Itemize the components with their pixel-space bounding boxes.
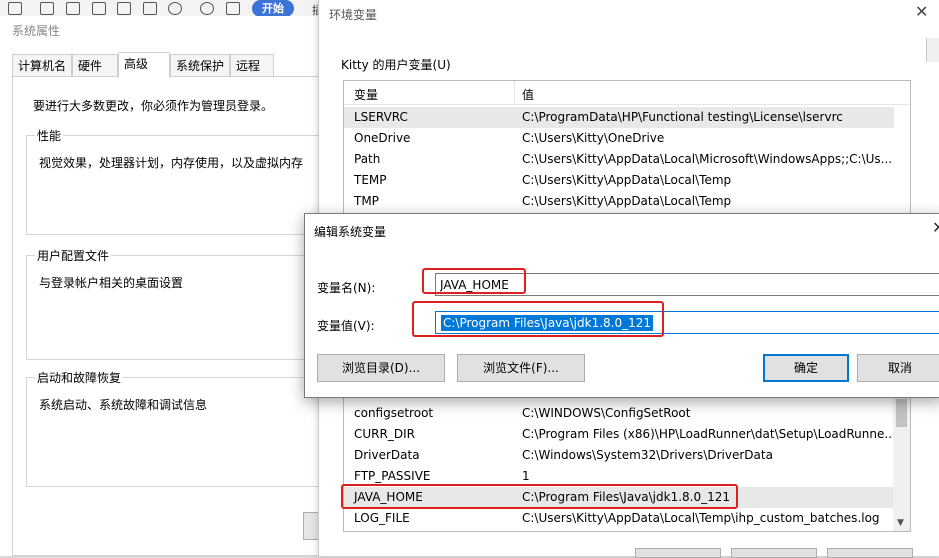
ok-button[interactable]: 确定 [763, 354, 849, 382]
variable-name: JAVA_HOME [354, 490, 423, 504]
user-profiles-group: 用户配置文件 与登录帐户相关的桌面设置 [26, 247, 346, 360]
admin-note: 要进行大多数更改，你必须作为管理员登录。 [33, 99, 274, 113]
new-icon[interactable] [8, 2, 22, 15]
close-icon[interactable]: ✕ [915, 2, 928, 21]
user-variables-label: Kitty 的用户变量(U) [341, 58, 451, 72]
window-title: 系统属性 [12, 24, 61, 38]
print-icon[interactable] [92, 2, 106, 15]
variable-name-field[interactable] [435, 273, 939, 296]
scrollbar-thumb[interactable] [896, 399, 907, 427]
tab-computer-name[interactable]: 计算机名 [12, 54, 72, 77]
list-item[interactable]: LOG_FILE C:\Users\Kitty\AppData\Local\Te… [344, 508, 894, 529]
variable-name: configsetroot [354, 406, 434, 420]
startup-recovery-group: 启动和故障恢复 系统启动、系统故障和调试信息 [26, 369, 346, 487]
variable-value: C:\Windows\System32\Drivers\DriverData [522, 448, 773, 462]
list-item[interactable]: TEMP C:\Users\Kitty\AppData\Local\Temp [344, 170, 894, 191]
browse-directory-button[interactable]: 浏览目录(D)... [317, 354, 445, 382]
scroll-down-icon[interactable]: ▼ [897, 518, 904, 528]
group-desc: 系统启动、系统故障和调试信息 [39, 398, 208, 412]
system-properties-window: 系统属性 计算机名 硬件 高级 系统保护 远程 要进行大多数更改，你必须作为管理… [0, 16, 346, 556]
variable-value-text[interactable]: C:\Program Files\Java\jdk1.8.0_121 [441, 315, 654, 331]
variable-value: C:\Users\Kitty\OneDrive [522, 131, 665, 145]
list-item[interactable]: configsetroot C:\WINDOWS\ConfigSetRoot [344, 403, 894, 424]
group-title: 启动和故障恢复 [35, 369, 124, 386]
list-item[interactable]: OneDrive C:\Users\Kitty\OneDrive [344, 128, 894, 149]
variable-name: FTP_PASSIVE [354, 469, 431, 483]
variable-value-field[interactable]: C:\Program Files\Java\jdk1.8.0_121 [435, 311, 939, 334]
list-item[interactable]: TMP C:\Users\Kitty\AppData\Local\Temp [344, 191, 894, 212]
delete-button[interactable] [827, 548, 913, 558]
dropdown-icon[interactable] [226, 2, 240, 15]
start-button[interactable]: 开始 [252, 0, 294, 17]
variable-name: TEMP [354, 173, 387, 187]
variable-name: CURR_DIR [354, 427, 415, 441]
edit-button[interactable] [731, 548, 817, 558]
redo-icon[interactable] [200, 2, 214, 15]
save-icon[interactable] [66, 2, 80, 15]
variable-name-label: 变量名(N): [317, 281, 376, 295]
performance-group: 性能 视觉效果，处理器计划，内存使用，以及虚拟内存 [26, 127, 346, 235]
variable-value: 1 [522, 469, 530, 483]
list-item[interactable]: Path C:\Users\Kitty\AppData\Local\Micros… [344, 149, 894, 170]
tab-remote[interactable]: 远程 [230, 54, 274, 77]
list-item[interactable]: CURR_DIR C:\Program Files (x86)\HP\LoadR… [344, 424, 894, 445]
system-variables-list[interactable]: configsetroot C:\WINDOWS\ConfigSetRoot C… [343, 380, 911, 532]
tab-advanced[interactable]: 高级 [118, 52, 170, 78]
close-icon[interactable]: ✕ [932, 218, 939, 237]
tab-system-protection[interactable]: 系统保护 [170, 54, 230, 77]
window-title: 环境变量 [329, 8, 378, 22]
browse-file-button[interactable]: 浏览文件(F)... [457, 354, 585, 382]
user-variables-list[interactable]: 变量 值 LSERVRC C:\ProgramData\HP\Functiona… [343, 80, 911, 220]
vertical-scrollbar[interactable]: ▲ ▼ [893, 381, 910, 531]
variable-value: C:\Users\Kitty\AppData\Local\Microsoft\W… [522, 152, 892, 166]
variable-value-label: 变量值(V): [317, 319, 375, 333]
variable-name: Path [354, 152, 381, 166]
group-title: 性能 [35, 127, 64, 144]
variable-name: OneDrive [354, 131, 411, 145]
undo-icon[interactable] [168, 2, 182, 15]
window-edge [926, 38, 939, 62]
column-header-name[interactable]: 变量 [354, 86, 378, 103]
group-desc: 视觉效果，处理器计划，内存使用，以及虚拟内存 [39, 156, 304, 170]
print-preview-icon[interactable] [117, 2, 131, 15]
edit-system-variable-dialog: 编辑系统变量 ✕ 变量名(N): 变量值(V): C:\Program File… [304, 213, 939, 398]
variable-value: C:\Users\Kitty\AppData\Local\Temp\ihp_cu… [522, 511, 880, 525]
list-header: 变量 值 [344, 81, 910, 105]
cancel-button[interactable]: 取消 [857, 354, 939, 382]
dialog-title: 编辑系统变量 [314, 225, 387, 239]
variable-value: C:\Users\Kitty\AppData\Local\Temp [522, 194, 732, 208]
variable-value: C:\Users\Kitty\AppData\Local\Temp [522, 173, 732, 187]
group-desc: 与登录帐户相关的桌面设置 [39, 276, 184, 290]
variable-name-input[interactable] [436, 274, 939, 295]
group-title: 用户配置文件 [35, 247, 112, 264]
list-item[interactable]: LSERVRC C:\ProgramData\HP\Functional tes… [344, 107, 894, 128]
variable-value: C:\Program Files\Java\jdk1.8.0_121 [522, 490, 731, 504]
variable-name: TMP [354, 194, 379, 208]
column-header-value[interactable]: 值 [522, 86, 534, 103]
variable-name: LSERVRC [354, 110, 408, 124]
new-button[interactable] [635, 548, 721, 558]
variable-name: DriverData [354, 448, 420, 462]
list-item-selected[interactable]: JAVA_HOME C:\Program Files\Java\jdk1.8.0… [344, 487, 894, 508]
variable-value: C:\WINDOWS\ConfigSetRoot [522, 406, 691, 420]
advanced-panel: 要进行大多数更改，你必须作为管理员登录。 性能 视觉效果，处理器计划，内存使用，… [12, 76, 346, 556]
open-icon[interactable] [40, 2, 54, 15]
list-item[interactable]: FTP_PASSIVE 1 [344, 466, 894, 487]
column-divider[interactable] [514, 81, 515, 105]
variable-value: C:\Program Files (x86)\HP\LoadRunner\dat… [522, 427, 892, 441]
find-icon[interactable] [143, 2, 157, 15]
variable-value: C:\ProgramData\HP\Functional testing\Lic… [522, 110, 843, 124]
list-item[interactable]: DriverData C:\Windows\System32\Drivers\D… [344, 445, 894, 466]
variable-name: LOG_FILE [354, 511, 410, 525]
tab-hardware[interactable]: 硬件 [72, 54, 118, 77]
